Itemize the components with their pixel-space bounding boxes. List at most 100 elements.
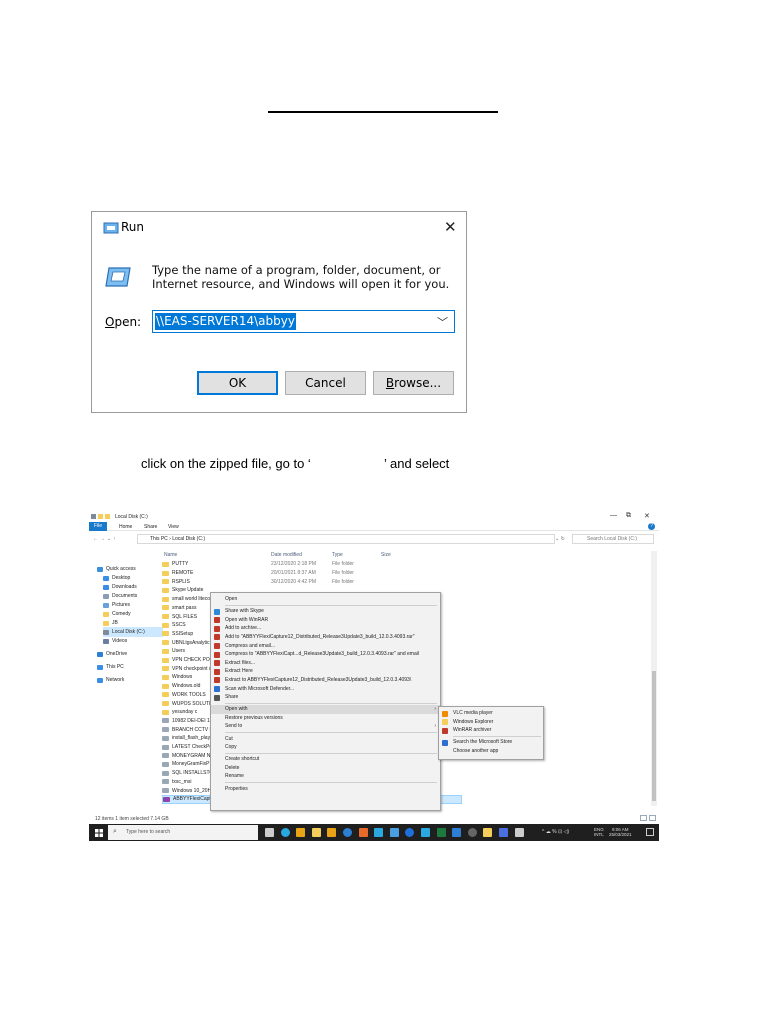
folder-icon bbox=[162, 631, 169, 637]
taskbar-app-icon[interactable] bbox=[483, 828, 493, 837]
taskbar-app-icon[interactable] bbox=[499, 828, 508, 837]
tab-share[interactable]: Share bbox=[144, 524, 157, 530]
system-tray-icons[interactable]: ^ ☁ % ⊡ ◁) bbox=[542, 829, 569, 835]
taskbar-app-icon[interactable] bbox=[452, 828, 462, 837]
table-row[interactable]: PUTTY 23/12/2020 2:18 PM File folder bbox=[162, 560, 462, 569]
row-name: Windows 10_20H bbox=[172, 787, 212, 794]
run-title: Run bbox=[121, 220, 145, 234]
nav-item[interactable]: Videos bbox=[103, 636, 127, 646]
context-menu-item[interactable]: Compress and email... bbox=[211, 642, 440, 651]
language-indicator[interactable]: ENG INTL bbox=[594, 827, 604, 837]
context-menu-item[interactable]: Scan with Microsoft Defender... bbox=[211, 685, 440, 694]
open-with-item[interactable]: WinRAR archiver bbox=[439, 726, 543, 735]
taskbar-app-icon[interactable] bbox=[343, 828, 352, 837]
context-menu-item[interactable]: Properties bbox=[211, 785, 440, 794]
context-menu-item[interactable]: Share bbox=[211, 693, 440, 702]
back-forward-up-icons[interactable]: ←→⌄↑ bbox=[93, 536, 118, 542]
nav-item[interactable]: This PC bbox=[97, 662, 124, 672]
taskbar-app-icon[interactable] bbox=[311, 828, 321, 837]
taskbar-app-icon[interactable] bbox=[467, 828, 477, 837]
open-with-item[interactable]: VLC media player bbox=[439, 709, 543, 718]
taskbar-app-icon[interactable] bbox=[374, 828, 384, 837]
tab-view[interactable]: View bbox=[168, 524, 179, 530]
context-menu-item[interactable]: Add to "ABBYYFlexiCapture12_Distributed_… bbox=[211, 633, 440, 642]
taskbar-app-icon[interactable] bbox=[389, 828, 399, 837]
context-menu-item[interactable]: Share with Skype bbox=[211, 607, 440, 616]
file-icon bbox=[162, 761, 169, 767]
file-icon bbox=[162, 770, 169, 776]
taskbar-app-icon[interactable] bbox=[280, 828, 290, 837]
taskbar-app-icon[interactable] bbox=[296, 828, 306, 837]
scrollbar-thumb[interactable] bbox=[652, 671, 656, 801]
context-menu-item[interactable]: Restore previous versions bbox=[211, 714, 440, 723]
context-menu-item[interactable]: Delete bbox=[211, 764, 440, 773]
tab-home[interactable]: Home bbox=[119, 524, 132, 530]
vertical-scrollbar[interactable] bbox=[651, 551, 657, 806]
ok-button[interactable]: OK bbox=[197, 371, 278, 395]
taskbar-app-icon[interactable] bbox=[265, 828, 274, 837]
open-with-item[interactable]: Search the Microsoft Store bbox=[439, 738, 543, 747]
context-menu-item[interactable]: Open with WinRAR bbox=[211, 616, 440, 625]
taskbar-search-input[interactable]: Type here to search bbox=[108, 825, 258, 840]
menu-item-icon bbox=[214, 643, 220, 649]
folder-icon bbox=[162, 674, 169, 680]
nav-item[interactable]: OneDrive bbox=[97, 649, 127, 659]
open-with-label: Search the Microsoft Store bbox=[453, 739, 513, 746]
taskbar-app-icon[interactable] bbox=[421, 828, 430, 837]
windows-start-icon[interactable] bbox=[95, 829, 103, 837]
nav-item[interactable]: Network bbox=[97, 675, 124, 685]
context-menu-item[interactable]: Cut bbox=[211, 735, 440, 744]
context-menu-label: Extract Here bbox=[225, 668, 253, 675]
minimize-icon[interactable]: — bbox=[610, 512, 617, 519]
taskbar-app-icon[interactable] bbox=[358, 828, 368, 837]
open-with-item[interactable]: Choose another app bbox=[439, 747, 543, 756]
help-icon[interactable]: ? bbox=[648, 523, 655, 530]
quick-access-toolbar-icons[interactable] bbox=[91, 513, 113, 520]
close-icon[interactable]: ✕ bbox=[444, 218, 457, 236]
notification-icon[interactable] bbox=[646, 828, 654, 836]
explorer-title: Local Disk (C:) bbox=[115, 514, 148, 520]
address-bar[interactable]: This PC › Local Disk (C:) bbox=[137, 534, 555, 544]
tab-file[interactable]: File bbox=[89, 522, 107, 531]
column-header-size[interactable]: Size bbox=[381, 552, 391, 558]
folder-icon bbox=[162, 622, 169, 628]
context-menu-item[interactable]: Copy bbox=[211, 743, 440, 752]
table-row[interactable]: RSPLIS 30/12/2020 4:42 PM File folder bbox=[162, 577, 462, 586]
context-menu-item[interactable]: Rename bbox=[211, 772, 440, 781]
taskbar-app-icon[interactable] bbox=[436, 828, 446, 837]
file-icon bbox=[162, 727, 169, 733]
context-menu-item[interactable]: Extract Here bbox=[211, 667, 440, 676]
chevron-right-icon: › bbox=[434, 706, 436, 713]
open-with-item[interactable]: Windows Explorer bbox=[439, 718, 543, 727]
menu-separator bbox=[225, 782, 437, 783]
context-menu-label: Create shortcut bbox=[225, 756, 260, 763]
open-input-value[interactable]: \\EAS-SERVER14\abbyy bbox=[155, 313, 296, 330]
search-input[interactable]: Search Local Disk (C:) bbox=[572, 534, 654, 544]
context-menu-item[interactable]: Add to archive... bbox=[211, 624, 440, 633]
large-icons-view-icon[interactable] bbox=[649, 815, 656, 821]
column-header-type[interactable]: Type bbox=[332, 552, 343, 558]
context-menu-item[interactable]: Open with › bbox=[211, 705, 440, 714]
taskbar-app-icon[interactable] bbox=[405, 828, 415, 837]
context-menu-item[interactable]: Compress to "ABBYYFlexiCapt...d_Release3… bbox=[211, 650, 440, 659]
close-icon[interactable]: ✕ bbox=[644, 512, 650, 520]
details-view-icon[interactable] bbox=[640, 815, 647, 821]
refresh-icon[interactable]: ⌄ ↻ bbox=[555, 536, 565, 542]
context-menu-item[interactable]: Open bbox=[211, 595, 440, 604]
context-menu-item[interactable]: Send to › bbox=[211, 722, 440, 731]
cancel-button[interactable]: Cancel bbox=[285, 371, 366, 395]
table-row[interactable]: REMOTE 20/01/2021 8:37 AM File folder bbox=[162, 569, 462, 578]
taskbar-app-icon[interactable] bbox=[327, 828, 337, 837]
context-menu-item[interactable]: Extract to ABBYYFlexiCapture12_Distribut… bbox=[211, 676, 440, 685]
chevron-down-icon[interactable]: ﹀ bbox=[437, 314, 448, 330]
taskbar-clock[interactable]: 9:06 AM 25/03/2021 bbox=[609, 827, 632, 837]
column-header-name[interactable]: Name bbox=[164, 552, 177, 558]
context-menu-item[interactable]: Extract files... bbox=[211, 659, 440, 668]
browse-button[interactable]: Browse... bbox=[373, 371, 454, 395]
column-header-date[interactable]: Date modified bbox=[271, 552, 302, 558]
taskbar-app-icon[interactable] bbox=[514, 828, 524, 837]
row-name: RSPLIS bbox=[172, 578, 190, 585]
context-menu-item[interactable]: Create shortcut bbox=[211, 755, 440, 764]
restore-icon[interactable]: ⧉ bbox=[626, 512, 631, 520]
open-combobox[interactable]: \\EAS-SERVER14\abbyy ﹀ bbox=[152, 310, 455, 333]
